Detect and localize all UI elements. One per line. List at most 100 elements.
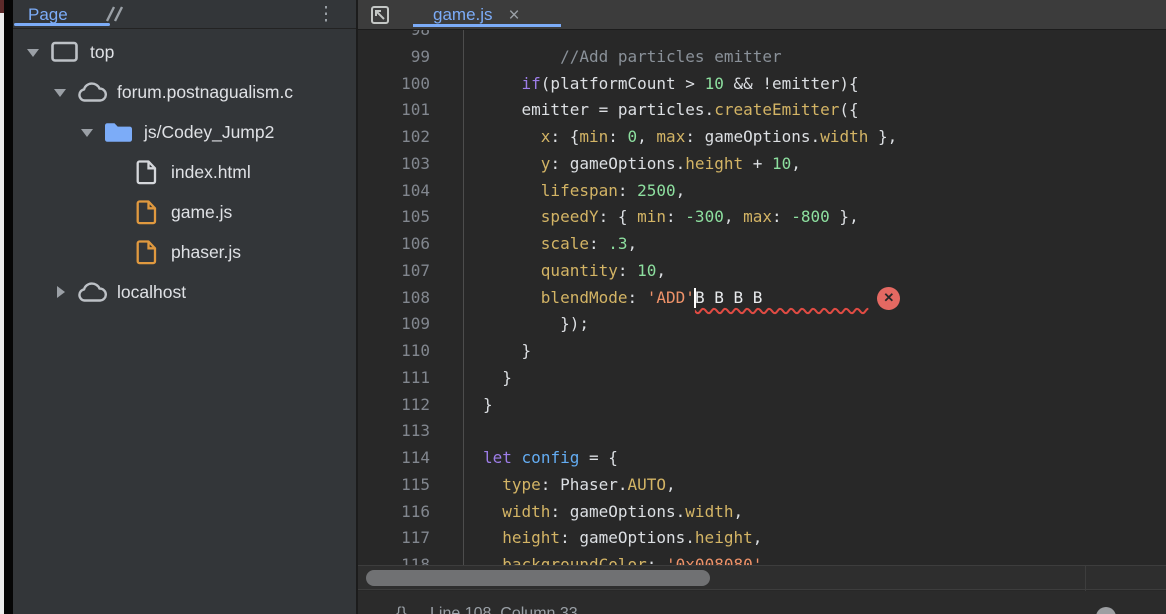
line-number[interactable]: 100 (358, 71, 430, 98)
expander-open-icon[interactable] (53, 85, 67, 99)
cloud-icon (76, 279, 107, 305)
line-number[interactable]: 114 (358, 445, 430, 472)
code-text: width: gameOptions.width, (464, 499, 743, 526)
file-orange-icon (130, 199, 161, 225)
file-orange-icon (130, 239, 161, 265)
token (483, 127, 541, 146)
expander-open-icon[interactable] (26, 45, 40, 59)
code-line-103: 103 y: gameOptions.height + 10, (358, 151, 1166, 178)
token: width (820, 127, 868, 146)
token (483, 234, 541, 253)
line-number[interactable]: 102 (358, 124, 430, 151)
line-number[interactable]: 116 (358, 499, 430, 526)
gutter-separator (430, 71, 464, 98)
tree-item-index-html[interactable]: index.html (13, 152, 356, 192)
expander-closed-icon[interactable] (53, 285, 67, 299)
code-line-102: 102 x: {min: 0, max: gameOptions.width }… (358, 124, 1166, 151)
line-number[interactable]: 106 (358, 231, 430, 258)
code-text: } (464, 338, 531, 365)
token: createEmitter (714, 100, 839, 119)
code-lines[interactable]: 9899 //Add particles emitter100 if(platf… (358, 17, 1166, 579)
tree-item-js-codey-jump2[interactable]: js/Codey_Jump2 (13, 112, 356, 152)
hide-navigator-icon[interactable] (366, 2, 394, 28)
token (483, 288, 541, 307)
editor-status-bar: {} Line 108, Column 33 (358, 591, 1166, 614)
tree-item-top[interactable]: top (13, 32, 356, 72)
token: emitter = particles. (483, 100, 714, 119)
status-round-icon[interactable] (1096, 607, 1116, 614)
token: , (753, 528, 763, 547)
line-number[interactable]: 117 (358, 525, 430, 552)
navigator-sidebar: Page ⋮ topforum.postnagualism.cjs/Codey_… (13, 0, 356, 614)
tree-item-forum-postnagualism-c[interactable]: forum.postnagualism.c (13, 72, 356, 112)
line-number[interactable]: 103 (358, 151, 430, 178)
line-number[interactable]: 109 (358, 311, 430, 338)
token (483, 181, 541, 200)
gutter-separator (430, 499, 464, 526)
line-number[interactable]: 108 (358, 285, 430, 312)
code-line-99: 99 //Add particles emitter (358, 44, 1166, 71)
close-icon[interactable]: × (509, 6, 520, 25)
token: , (656, 261, 666, 280)
token: scale (541, 234, 589, 253)
gutter-separator (430, 445, 464, 472)
gutter-separator (430, 285, 464, 312)
token: type (502, 475, 541, 494)
code-line-111: 111 } (358, 365, 1166, 392)
token: : (666, 207, 685, 226)
code-line-101: 101 emitter = particles.createEmitter({ (358, 97, 1166, 124)
gutter-separator (430, 311, 464, 338)
token: : Phaser. (541, 475, 628, 494)
tab-game-js-label: game.js (433, 5, 493, 25)
tree-item-label: forum.postnagualism.c (117, 82, 293, 103)
horizontal-scrollbar[interactable] (358, 565, 1166, 590)
double-chevron-icon[interactable] (97, 3, 131, 25)
screen-edge-gap (4, 0, 13, 614)
line-number[interactable]: 111 (358, 365, 430, 392)
line-number[interactable]: 107 (358, 258, 430, 285)
line-number[interactable]: 105 (358, 204, 430, 231)
expander-open-icon[interactable] (80, 125, 94, 139)
pretty-print-button[interactable]: {} (396, 605, 407, 614)
tree-item-label: index.html (171, 162, 251, 183)
error-icon[interactable]: ✕ (877, 287, 900, 310)
code-line-106: 106 scale: .3, (358, 231, 1166, 258)
line-number[interactable]: 112 (358, 392, 430, 419)
active-tab-underline (413, 24, 561, 27)
token: AUTO (628, 475, 667, 494)
gutter-separator (430, 97, 464, 124)
source-editor[interactable]: 9899 //Add particles emitter100 if(platf… (358, 0, 1166, 614)
gutter-separator (430, 124, 464, 151)
token: max (743, 207, 772, 226)
kebab-menu-icon[interactable]: ⋮ (313, 1, 339, 27)
token: config (522, 448, 580, 467)
tree-item-localhost[interactable]: localhost (13, 272, 356, 312)
file-gray-icon (130, 159, 161, 185)
code-text: blendMode: 'ADD'B B B B ✕ (464, 285, 900, 312)
line-number[interactable]: 99 (358, 44, 430, 71)
line-number[interactable]: 115 (358, 472, 430, 499)
token: : gameOptions. (560, 528, 695, 547)
expander-spacer (107, 205, 121, 219)
line-number[interactable]: 110 (358, 338, 430, 365)
token: min (637, 207, 666, 226)
token: 2500 (637, 181, 676, 200)
token: : gameOptions. (550, 502, 685, 521)
code-text: } (464, 392, 493, 419)
code-text: emitter = particles.createEmitter({ (464, 97, 859, 124)
tree-item-phaser-js[interactable]: phaser.js (13, 232, 356, 272)
editor-tab-strip: game.js × (358, 0, 1166, 30)
code-text: scale: .3, (464, 231, 637, 258)
gutter-separator (430, 365, 464, 392)
token: , (637, 127, 656, 146)
token: : (618, 261, 637, 280)
code-text: height: gameOptions.height, (464, 525, 762, 552)
line-number[interactable]: 113 (358, 418, 430, 445)
line-number[interactable]: 104 (358, 178, 430, 205)
scrollbar-thumb[interactable] (366, 570, 710, 586)
token: -300 (685, 207, 724, 226)
token: speedY (541, 207, 599, 226)
tree-item-game-js[interactable]: game.js (13, 192, 356, 232)
token: = { (579, 448, 618, 467)
line-number[interactable]: 101 (358, 97, 430, 124)
